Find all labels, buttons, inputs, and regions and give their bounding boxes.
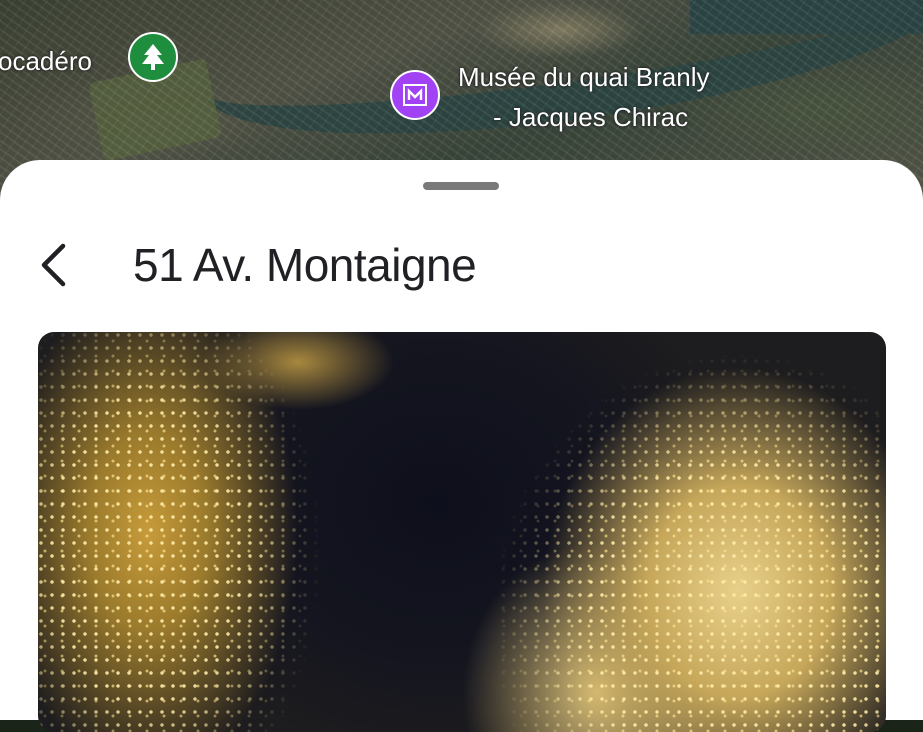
place-bottom-sheet[interactable]: 51 Av. Montaigne xyxy=(0,160,923,732)
tree-icon xyxy=(128,32,178,82)
drag-handle[interactable] xyxy=(423,182,499,190)
place-photo[interactable] xyxy=(38,332,886,732)
photo-lights xyxy=(38,332,886,732)
museum-icon xyxy=(390,70,440,120)
place-title: 51 Av. Montaigne xyxy=(133,239,477,291)
back-button[interactable] xyxy=(30,242,76,292)
back-arrow-icon xyxy=(38,242,68,293)
map-label-museum-line2[interactable]: - Jacques Chirac xyxy=(493,102,688,133)
map-label-museum-line1[interactable]: Musée du quai Branly xyxy=(458,62,709,93)
museum-pin[interactable] xyxy=(390,70,442,131)
map-label-trocadero[interactable]: ocadéro xyxy=(0,46,92,77)
park-pin[interactable] xyxy=(128,32,180,93)
